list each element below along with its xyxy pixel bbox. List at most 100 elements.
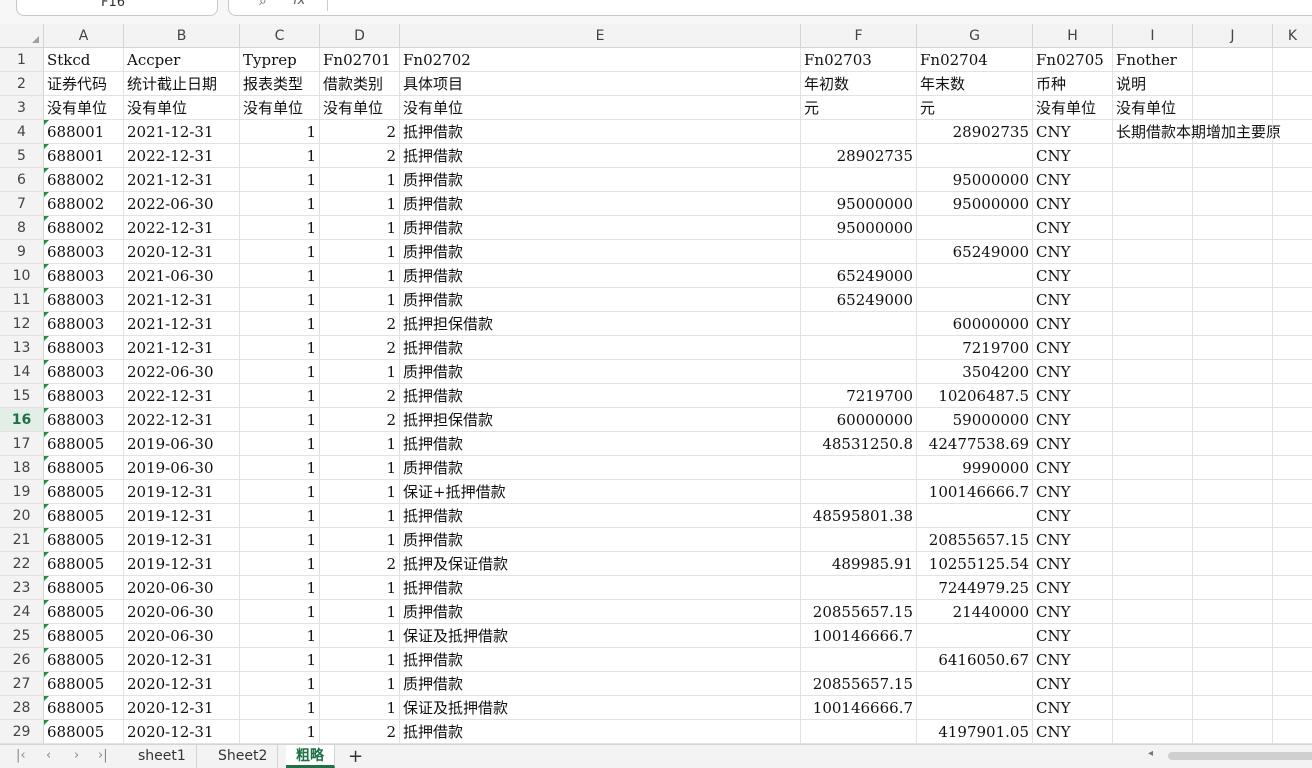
cell-F10[interactable]: 65249000 (801, 264, 917, 288)
cell-H23[interactable]: CNY (1033, 576, 1113, 600)
add-sheet-button[interactable]: + (348, 745, 363, 768)
cell-G18[interactable]: 9990000 (917, 456, 1033, 480)
cell-H11[interactable]: CNY (1033, 288, 1113, 312)
cell-D4[interactable]: 2 (320, 120, 400, 144)
cell-E18[interactable]: 质押借款 (400, 456, 801, 480)
column-header-A[interactable]: A (44, 24, 124, 48)
cell-H20[interactable]: CNY (1033, 504, 1113, 528)
cell-G9[interactable]: 65249000 (917, 240, 1033, 264)
row-header[interactable]: 4 (0, 120, 44, 144)
cell-E12[interactable]: 抵押担保借款 (400, 312, 801, 336)
cell-E19[interactable]: 保证+抵押借款 (400, 480, 801, 504)
cell-I26[interactable] (1113, 648, 1193, 672)
cell-H17[interactable]: CNY (1033, 432, 1113, 456)
cell-I15[interactable] (1113, 384, 1193, 408)
last-sheet-icon[interactable]: ›| (98, 748, 108, 763)
cell-J11[interactable] (1193, 288, 1273, 312)
cell-G22[interactable]: 10255125.54 (917, 552, 1033, 576)
row-header[interactable]: 1 (0, 48, 44, 72)
row-header[interactable]: 5 (0, 144, 44, 168)
cell-J20[interactable] (1193, 504, 1273, 528)
cell-G28[interactable] (917, 696, 1033, 720)
cell-H13[interactable]: CNY (1033, 336, 1113, 360)
cell-G16[interactable]: 59000000 (917, 408, 1033, 432)
cell-K5[interactable] (1273, 144, 1312, 168)
cell-D16[interactable]: 2 (320, 408, 400, 432)
row-header[interactable]: 27 (0, 672, 44, 696)
cell-C5[interactable]: 1 (240, 144, 320, 168)
cell-A9[interactable]: 688003 (44, 240, 124, 264)
cell-E8[interactable]: 质押借款 (400, 216, 801, 240)
cell-I19[interactable] (1113, 480, 1193, 504)
cell-C3[interactable]: 没有单位 (240, 96, 320, 120)
cell-G24[interactable]: 21440000 (917, 600, 1033, 624)
cell-B26[interactable]: 2020-12-31 (124, 648, 240, 672)
scroll-thumb[interactable] (1168, 752, 1312, 760)
cell-I5[interactable] (1113, 144, 1193, 168)
cell-C24[interactable]: 1 (240, 600, 320, 624)
cell-E2[interactable]: 具体项目 (400, 72, 801, 96)
cell-B22[interactable]: 2019-12-31 (124, 552, 240, 576)
cell-J5[interactable] (1193, 144, 1273, 168)
row-header[interactable]: 3 (0, 96, 44, 120)
cell-K27[interactable] (1273, 672, 1312, 696)
cell-F4[interactable] (801, 120, 917, 144)
row-header[interactable]: 7 (0, 192, 44, 216)
cell-C28[interactable]: 1 (240, 696, 320, 720)
cell-K24[interactable] (1273, 600, 1312, 624)
cell-K21[interactable] (1273, 528, 1312, 552)
cell-K2[interactable] (1273, 72, 1312, 96)
cell-J22[interactable] (1193, 552, 1273, 576)
row-header[interactable]: 14 (0, 360, 44, 384)
cell-A26[interactable]: 688005 (44, 648, 124, 672)
row-header[interactable]: 8 (0, 216, 44, 240)
cell-H2[interactable]: 币种 (1033, 72, 1113, 96)
cell-H6[interactable]: CNY (1033, 168, 1113, 192)
cell-A14[interactable]: 688003 (44, 360, 124, 384)
cell-F15[interactable]: 7219700 (801, 384, 917, 408)
row-header[interactable]: 2 (0, 72, 44, 96)
sheet-tab-2[interactable]: Sheet2 (208, 745, 279, 768)
column-header-D[interactable]: D (320, 24, 400, 48)
cell-E21[interactable]: 质押借款 (400, 528, 801, 552)
cell-K7[interactable] (1273, 192, 1312, 216)
row-header[interactable]: 9 (0, 240, 44, 264)
cell-B18[interactable]: 2019-06-30 (124, 456, 240, 480)
cell-I22[interactable] (1113, 552, 1193, 576)
cell-B11[interactable]: 2021-12-31 (124, 288, 240, 312)
cell-B28[interactable]: 2020-12-31 (124, 696, 240, 720)
magnifier-icon[interactable]: ⌕ (259, 0, 267, 9)
cell-B14[interactable]: 2022-06-30 (124, 360, 240, 384)
select-all-corner[interactable] (0, 24, 44, 48)
cell-I1[interactable]: Fnother (1113, 48, 1193, 72)
cell-I6[interactable] (1113, 168, 1193, 192)
cell-H22[interactable]: CNY (1033, 552, 1113, 576)
cell-G25[interactable] (917, 624, 1033, 648)
cell-E5[interactable]: 抵押借款 (400, 144, 801, 168)
cell-F11[interactable]: 65249000 (801, 288, 917, 312)
row-header[interactable]: 20 (0, 504, 44, 528)
cell-J12[interactable] (1193, 312, 1273, 336)
cell-F25[interactable]: 100146666.7 (801, 624, 917, 648)
cell-A28[interactable]: 688005 (44, 696, 124, 720)
cell-D3[interactable]: 没有单位 (320, 96, 400, 120)
cell-G8[interactable] (917, 216, 1033, 240)
cell-I29[interactable] (1113, 720, 1193, 744)
cell-G11[interactable] (917, 288, 1033, 312)
cell-B12[interactable]: 2021-12-31 (124, 312, 240, 336)
cell-J8[interactable] (1193, 216, 1273, 240)
cell-A6[interactable]: 688002 (44, 168, 124, 192)
cell-E26[interactable]: 抵押借款 (400, 648, 801, 672)
cell-D29[interactable]: 2 (320, 720, 400, 744)
cell-G10[interactable] (917, 264, 1033, 288)
cell-G14[interactable]: 3504200 (917, 360, 1033, 384)
cell-E15[interactable]: 抵押借款 (400, 384, 801, 408)
cell-E4[interactable]: 抵押借款 (400, 120, 801, 144)
cell-D9[interactable]: 1 (320, 240, 400, 264)
spreadsheet-grid[interactable]: A B C D E F G H I J K 1 Stkcd Accper Typrep Fn02701 Fn02… (0, 24, 1312, 744)
sheet-tab-1[interactable]: sheet1 (128, 745, 197, 768)
row-header[interactable]: 6 (0, 168, 44, 192)
cell-B19[interactable]: 2019-12-31 (124, 480, 240, 504)
cell-D19[interactable]: 1 (320, 480, 400, 504)
cell-E20[interactable]: 抵押借款 (400, 504, 801, 528)
